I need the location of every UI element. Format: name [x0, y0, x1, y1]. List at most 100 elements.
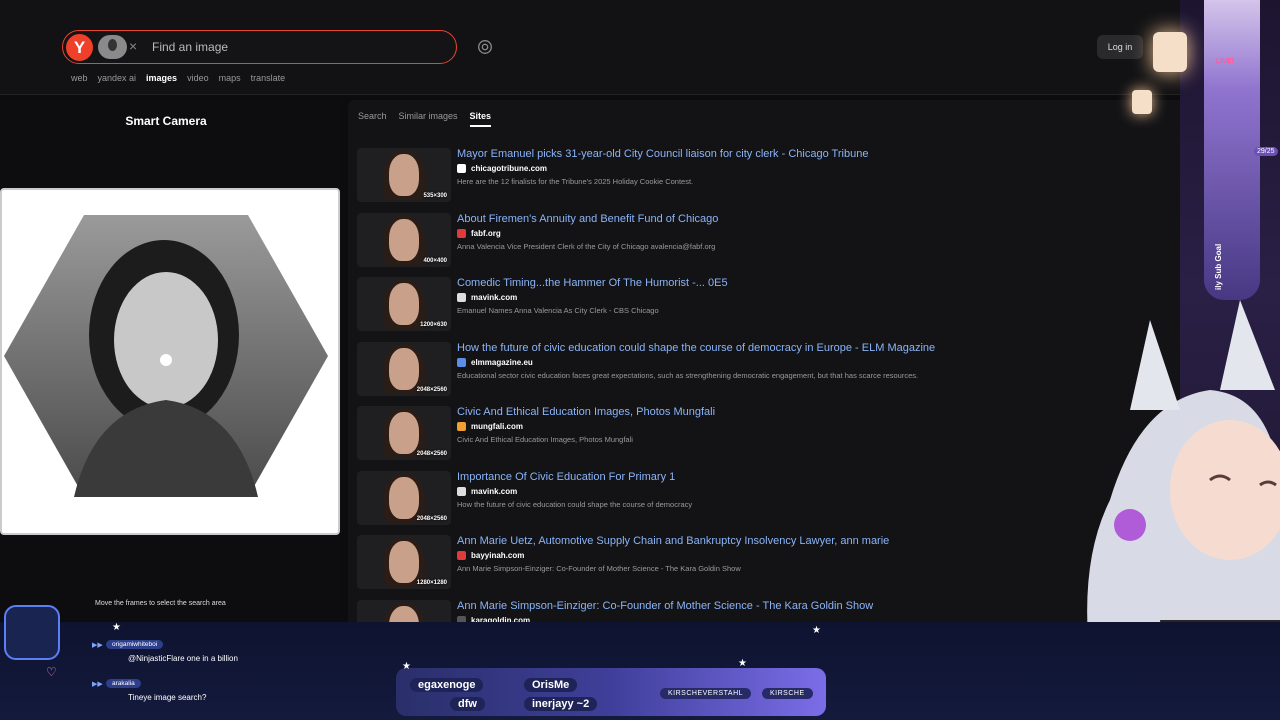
nav-tabs: web yandex ai images video maps translat… [71, 73, 285, 83]
smart-camera-title: Smart Camera [125, 114, 207, 128]
star-icon: ★ [402, 661, 411, 672]
ticker-name: dfw [450, 697, 485, 711]
image-dimensions: 535×300 [423, 193, 447, 199]
chat-arrow-icon: ▶▶ [92, 642, 103, 649]
result-site[interactable]: fabf.org [457, 229, 501, 238]
yandex-logo[interactable]: Y [66, 34, 93, 61]
result-item[interactable]: 535×300 Mayor Emanuel picks 31-year-old … [357, 148, 1157, 202]
result-site[interactable]: chicagotribune.com [457, 164, 548, 174]
chat-username: origamiwhiteboi [106, 640, 164, 649]
live-badge: LIVE! [1216, 58, 1234, 65]
heart-icon: ♡ [46, 665, 57, 679]
nav-maps[interactable]: maps [219, 73, 241, 83]
move-frames-hint: Move the frames to select the search are… [95, 600, 226, 607]
image-dimensions: 1200×630 [420, 322, 447, 328]
nav-translate[interactable]: translate [251, 73, 286, 83]
chat-overlay: ▶▶ origamiwhiteboi ★ @NinjasticFlare one… [60, 622, 390, 720]
image-dimensions: 2048×2560 [416, 386, 447, 393]
result-description: Educational sector civic education faces… [457, 370, 919, 380]
image-dimensions: 2048×2560 [416, 515, 447, 522]
result-thumbnail[interactable]: 1280×1280 [357, 535, 451, 589]
favicon-icon [457, 551, 466, 561]
result-site-name: mungfali.com [471, 422, 524, 431]
image-dimensions: 400×400 [423, 257, 447, 264]
chat-username: arakalia [106, 679, 141, 688]
result-site-name: bayyinah.com [471, 551, 525, 560]
ticker-name: egaxenoge [410, 678, 484, 692]
search-input[interactable] [152, 38, 432, 56]
result-item[interactable]: 2048×2560 Importance Of Civic Education … [357, 470, 1157, 525]
tab-similar-images[interactable]: Similar images [399, 111, 458, 127]
result-description: Civic And Ethical Education Images, Phot… [457, 435, 633, 444]
result-site[interactable]: elmmagazine.eu [457, 358, 533, 367]
ticker-name: OrisMe [524, 678, 578, 692]
tab-sites[interactable]: Sites [469, 111, 492, 127]
mascot-icon [4, 605, 60, 660]
login-button[interactable]: Log in [1097, 35, 1143, 59]
favicon-icon [457, 357, 466, 367]
result-title-link[interactable]: Ann Marie Simpson-Einziger: Co-Founder o… [457, 600, 873, 612]
clear-icon[interactable]: × [129, 38, 137, 54]
result-title-link[interactable]: Civic And Ethical Education Images, Phot… [457, 406, 715, 418]
camera-icon[interactable] [476, 38, 494, 56]
result-description: Anna Valencia Vice President Clerk of th… [457, 241, 716, 251]
nav-yandex-ai[interactable]: yandex ai [98, 73, 137, 83]
result-description: Here are the 12 finalists for the Tribun… [457, 177, 694, 186]
social-handle: KIRSCHEVERSTAHL [660, 688, 752, 699]
result-tabs: Search Similar images Sites [358, 111, 492, 127]
result-description: How the future of civic education could … [457, 499, 693, 509]
result-title-link[interactable]: Comedic Timing...the Hammer Of The Humor… [457, 277, 728, 289]
result-thumbnail[interactable]: 535×300 [357, 148, 451, 202]
result-title-link[interactable]: Ann Marie Uetz, Automotive Supply Chain … [457, 535, 889, 547]
result-item[interactable]: 400×400 About Firemen's Annuity and Bene… [357, 212, 1157, 267]
query-image[interactable] [4, 215, 328, 497]
result-title-link[interactable]: About Firemen's Annuity and Benefit Fund… [457, 213, 718, 225]
result-thumbnail[interactable]: 1200×630 [357, 277, 451, 331]
result-site-name: fabf.org [471, 228, 501, 238]
nav-web[interactable]: web [71, 73, 88, 83]
result-site[interactable]: mavink.com [457, 487, 517, 496]
chat-message: @NinjasticFlare one in a billion [128, 654, 238, 663]
result-description: Ann Marie Simpson-Einziger: Co-Founder o… [457, 564, 741, 573]
chat-message: Tineye image search? [128, 693, 207, 702]
result-site[interactable]: mavink.com [457, 293, 518, 303]
sub-goal-pillar [1204, 0, 1260, 300]
result-site[interactable]: bayyinah.com [457, 551, 525, 561]
favicon-icon [457, 486, 466, 496]
lantern-decoration [1132, 90, 1152, 114]
result-item[interactable]: 1280×1280 Ann Marie Uetz, Automotive Sup… [357, 535, 1157, 589]
result-site-name: mavink.com [471, 486, 518, 496]
result-description: Emanuel Names Anna Valencia As City Cler… [457, 306, 659, 315]
result-thumbnail[interactable]: 2048×2560 [357, 406, 451, 460]
image-dimensions: 2048×2560 [416, 451, 447, 457]
tab-search[interactable]: Search [358, 111, 387, 127]
star-icon: ★ [738, 658, 747, 669]
favicon-icon [457, 228, 466, 238]
result-site-name: mavink.com [471, 293, 518, 302]
nav-images[interactable]: images [146, 73, 177, 83]
favicon-icon [457, 164, 466, 174]
sub-goal-count: 29/25 [1254, 147, 1278, 156]
favicon-icon [457, 422, 466, 432]
ticker-name: inerjayy ~2 [524, 697, 598, 711]
result-thumbnail[interactable]: 2048×2560 [357, 341, 451, 396]
star-icon: ★ [812, 625, 821, 636]
social-handle: KIRSCHE [762, 688, 813, 699]
result-thumbnail[interactable]: 400×400 [357, 212, 451, 267]
result-title-link[interactable]: Importance Of Civic Education For Primar… [457, 471, 675, 483]
query-image-chip[interactable] [98, 35, 127, 59]
result-item[interactable]: 2048×2560 Civic And Ethical Education Im… [357, 406, 1157, 460]
lantern-decoration [1153, 32, 1187, 72]
star-icon: ★ [112, 622, 121, 633]
result-title-link[interactable]: Mayor Emanuel picks 31-year-old City Cou… [457, 148, 868, 160]
result-title-link[interactable]: How the future of civic education could … [457, 342, 935, 354]
favicon-icon [457, 293, 466, 303]
result-site[interactable]: mungfali.com [457, 422, 524, 432]
result-site-name: chicagotribune.com [471, 164, 548, 173]
nav-video[interactable]: video [187, 73, 209, 83]
result-item[interactable]: 1200×630 Comedic Timing...the Hammer Of … [357, 277, 1157, 331]
image-dimensions: 1280×1280 [416, 580, 447, 586]
result-item[interactable]: 2048×2560 How the future of civic educat… [357, 341, 1157, 396]
result-thumbnail[interactable]: 2048×2560 [357, 470, 451, 525]
chat-arrow-icon: ▶▶ [92, 681, 103, 688]
